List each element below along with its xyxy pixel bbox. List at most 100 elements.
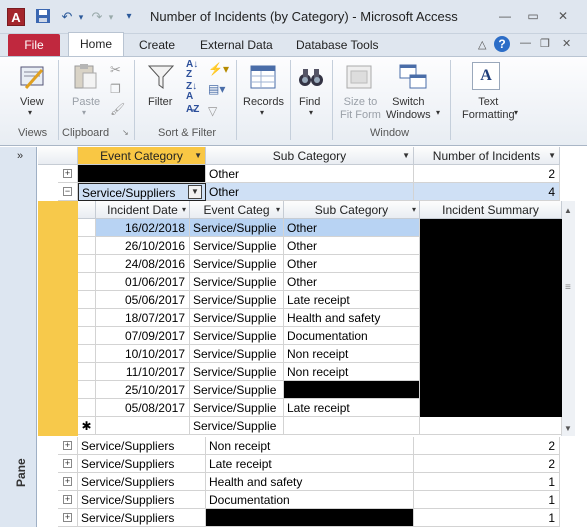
scroll-thumb-icon[interactable]: ≡ [565, 282, 571, 293]
sub-category-cell[interactable]: Other [284, 255, 420, 273]
incident-date-cell[interactable]: 05/08/2017 [96, 399, 190, 417]
count-cell[interactable]: 2 [414, 455, 560, 473]
event-category-cell[interactable]: Service/Supplie [190, 291, 284, 309]
binoculars-icon[interactable] [296, 62, 326, 95]
find-button-label[interactable]: Find [299, 96, 320, 108]
column-header-sub-category[interactable]: Sub Category ▼ [206, 147, 414, 165]
sub-row-selector[interactable] [78, 219, 96, 237]
sub-category-cell[interactable]: Other [284, 219, 420, 237]
sub-row-selector[interactable] [78, 327, 96, 345]
sub-category-cell[interactable]: Other [206, 183, 414, 201]
find-dropdown-icon[interactable]: ▾ [309, 108, 313, 117]
incident-date-cell[interactable]: 11/10/2017 [96, 363, 190, 381]
event-category-cell[interactable]: Service/Suppliers [78, 509, 206, 527]
sub-category-cell[interactable]: Non receipt [284, 363, 420, 381]
doc-minimize-button[interactable]: — [520, 37, 531, 49]
event-category-cell[interactable]: Service/Supplie [190, 327, 284, 345]
subdatasheet-scrollbar[interactable] [561, 201, 575, 436]
combo-dropdown-icon[interactable]: ▼ [188, 185, 202, 199]
column-dropdown-icon[interactable]: ▼ [194, 147, 202, 164]
minimize-button[interactable]: — [494, 8, 516, 24]
row-expander-cell[interactable]: + [58, 491, 78, 509]
records-icon[interactable] [248, 62, 278, 95]
tab-home[interactable]: Home [68, 32, 124, 57]
sub-category-cell[interactable]: Late receipt [206, 455, 414, 473]
sub-category-cell[interactable]: Late receipt [284, 399, 420, 417]
tab-database-tools[interactable]: Database Tools [296, 34, 379, 56]
event-category-cell-redacted[interactable] [78, 165, 206, 183]
sub-row-selector[interactable] [78, 291, 96, 309]
sub-category-cell[interactable]: Late receipt [284, 291, 420, 309]
help-icon[interactable]: ? [494, 36, 510, 52]
expand-plus-icon[interactable]: + [63, 169, 72, 178]
event-category-cell[interactable]: Service/Suppliers [78, 455, 206, 473]
new-incident-summary-cell[interactable] [420, 417, 562, 435]
sub-category-cell-redacted[interactable] [284, 381, 420, 399]
count-cell[interactable]: 4 [414, 183, 560, 201]
column-header-event-category[interactable]: Event Category ▼ [78, 147, 206, 165]
save-icon[interactable] [34, 8, 52, 26]
new-incident-date-cell[interactable] [96, 417, 190, 435]
incident-date-cell[interactable]: 18/07/2017 [96, 309, 190, 327]
navigation-pane-label[interactable]: Pane [14, 458, 28, 487]
event-category-cell[interactable]: Service/Supplie [190, 255, 284, 273]
row-expander-cell[interactable]: + [58, 437, 78, 455]
remove-sort-icon[interactable]: A̶Z [186, 104, 199, 115]
event-category-cell[interactable]: Service/Supplie [190, 309, 284, 327]
access-app-icon[interactable]: A [7, 8, 25, 26]
sub-column-header-incident-date[interactable]: Incident Date ▾ [96, 201, 190, 219]
sub-row-selector[interactable] [78, 237, 96, 255]
column-dropdown-icon[interactable]: ▼ [402, 147, 410, 164]
row-expander-cell[interactable]: + [58, 509, 78, 527]
sub-category-cell[interactable]: Other [284, 237, 420, 255]
sub-select-all-corner[interactable] [78, 201, 96, 219]
sub-category-cell[interactable]: Non receipt [206, 437, 414, 455]
incident-date-cell[interactable]: 16/02/2018 [96, 219, 190, 237]
text-formatting-dropdown-icon[interactable]: ▾ [514, 108, 518, 117]
tab-create[interactable]: Create [139, 34, 175, 56]
event-category-cell[interactable]: Service/Suppliers [78, 473, 206, 491]
switch-windows-dropdown-icon[interactable]: ▾ [436, 108, 440, 117]
event-category-cell[interactable]: Service/Supplie [190, 219, 284, 237]
count-cell[interactable]: 1 [414, 491, 560, 509]
sub-category-cell[interactable]: Documentation [206, 491, 414, 509]
switch-windows-icon[interactable] [398, 62, 428, 95]
sub-column-header-sub-category[interactable]: Sub Category ▾ [284, 201, 420, 219]
incident-date-cell[interactable]: 10/10/2017 [96, 345, 190, 363]
advanced-filter-icon[interactable]: ▤▾ [208, 82, 225, 96]
close-button[interactable]: ✕ [552, 8, 574, 24]
event-category-cell[interactable]: Service/Supplie [190, 399, 284, 417]
sub-row-selector[interactable] [78, 363, 96, 381]
count-cell[interactable]: 1 [414, 509, 560, 527]
sub-category-cell[interactable]: Documentation [284, 327, 420, 345]
sub-row-selector[interactable] [78, 273, 96, 291]
doc-close-button[interactable]: ✕ [562, 37, 571, 50]
incident-summary-redacted[interactable] [420, 219, 562, 417]
sub-category-cell[interactable]: Health and safety [206, 473, 414, 491]
filter-button-label[interactable]: Filter [148, 96, 172, 108]
expand-plus-icon[interactable]: + [63, 495, 72, 504]
text-formatting-label[interactable]: Text Formatting [462, 96, 515, 122]
sub-category-cell[interactable]: Health and safety [284, 309, 420, 327]
column-dropdown-icon[interactable]: ▾ [412, 201, 416, 218]
clipboard-launcher-icon[interactable]: ↘ [122, 128, 129, 137]
sub-row-selector[interactable] [78, 255, 96, 273]
expand-nav-pane-icon[interactable]: » [12, 150, 28, 164]
event-category-cell[interactable]: Service/Supplie [190, 381, 284, 399]
event-category-cell[interactable]: Service/Supplie [190, 237, 284, 255]
row-expander-cell[interactable]: − [58, 183, 78, 201]
sub-category-cell[interactable]: Other [206, 165, 414, 183]
tab-external-data[interactable]: External Data [200, 34, 273, 56]
sub-row-selector[interactable] [78, 381, 96, 399]
tab-file[interactable]: File [8, 34, 60, 56]
switch-windows-label[interactable]: Switch Windows [386, 96, 431, 122]
row-expander-cell[interactable]: + [58, 455, 78, 473]
minimize-ribbon-icon[interactable]: △ [478, 38, 486, 51]
expand-plus-icon[interactable]: + [63, 513, 72, 522]
sub-category-cell[interactable]: Non receipt [284, 345, 420, 363]
column-header-number-of-incidents[interactable]: Number of Incidents ▼ [414, 147, 560, 165]
sub-category-cell-redacted[interactable] [206, 509, 414, 527]
records-dropdown-icon[interactable]: ▾ [260, 108, 264, 117]
event-category-cell[interactable]: Service/Supplie [190, 273, 284, 291]
expand-plus-icon[interactable]: + [63, 459, 72, 468]
